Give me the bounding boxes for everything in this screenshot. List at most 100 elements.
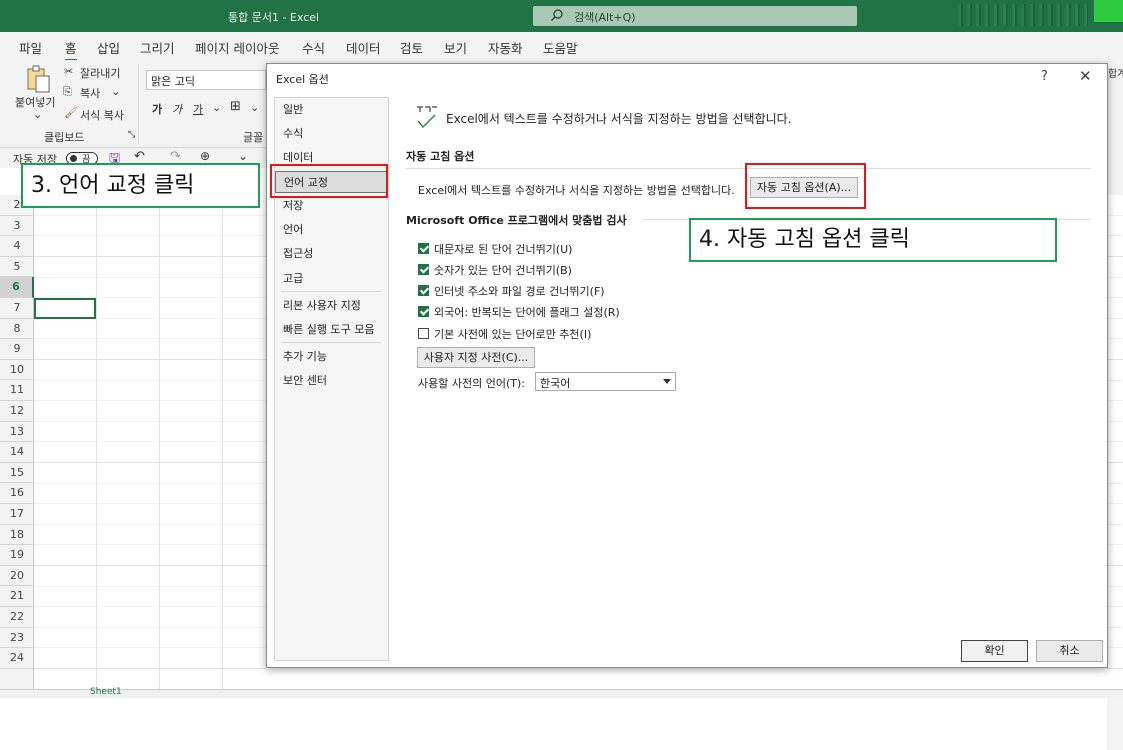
format-painter-icon[interactable]: 🖌: [64, 106, 78, 119]
redo-icon[interactable]: ↷: [170, 149, 181, 164]
underline-button[interactable]: 가: [193, 101, 203, 117]
row-header-selected[interactable]: 6: [0, 277, 34, 298]
checkbox-row[interactable]: 인터넷 주소와 파일 경로 건너뛰기(F): [418, 283, 605, 299]
step4-annotation: 4. 자동 고침 옵션 클릭: [689, 218, 1057, 262]
clipboard-launcher-icon[interactable]: ⤡: [128, 130, 135, 140]
row-header[interactable]: 9: [0, 339, 34, 360]
checkbox-checked[interactable]: [418, 285, 429, 296]
menu-page-layout[interactable]: 페이지 레이아웃: [195, 38, 279, 57]
menu-file[interactable]: 파일: [19, 38, 42, 57]
menu-automate[interactable]: 자동화: [488, 38, 523, 57]
autosum-label[interactable]: 합계: [1108, 65, 1123, 80]
underline-dropdown-icon[interactable]: ⌄: [212, 101, 221, 114]
checkbox-checked[interactable]: [418, 264, 429, 275]
border-icon[interactable]: ⊞: [230, 99, 241, 114]
row-header[interactable]: 12: [0, 401, 34, 422]
nav-item-quick-access[interactable]: 빠른 실행 도구 모음: [275, 319, 388, 341]
paste-dropdown-icon[interactable]: ⌄: [33, 108, 42, 121]
row-header[interactable]: 17: [0, 504, 34, 525]
row-header[interactable]: 5: [0, 257, 34, 278]
checkbox-row[interactable]: 숫자가 있는 단어 건너뛰기(B): [418, 262, 572, 278]
search-box[interactable]: 검색(Alt+Q): [533, 6, 857, 26]
autocorrect-description: Excel에서 텍스트를 수정하거나 서식을 지정하는 방법을 선택합니다.: [418, 184, 735, 197]
proofing-header-text: Excel에서 텍스트를 수정하거나 서식을 지정하는 방법을 선택합니다.: [446, 112, 792, 126]
checkbox-row[interactable]: 대문자로 된 단어 건너뛰기(U): [418, 241, 572, 257]
paste-icon[interactable]: [24, 64, 52, 94]
checkbox-unchecked[interactable]: [418, 328, 429, 339]
bold-button[interactable]: 가: [152, 101, 162, 117]
italic-button[interactable]: 가: [172, 101, 182, 117]
menu-formulas[interactable]: 수식: [302, 38, 325, 57]
copy-dropdown-icon[interactable]: ⌄: [111, 85, 120, 98]
copy-icon[interactable]: ⎘: [63, 85, 72, 99]
row-header[interactable]: 18: [0, 525, 34, 546]
menu-view[interactable]: 보기: [444, 38, 467, 57]
format-painter-label[interactable]: 서식 복사: [80, 107, 124, 123]
step3-annotation: 3. 언어 교정 클릭: [21, 163, 260, 208]
checkbox-label: 기본 사전에 있는 단어로만 추천(I): [434, 328, 592, 341]
close-icon[interactable]: ✕: [1079, 67, 1092, 85]
cell-grid[interactable]: [34, 195, 266, 690]
nav-item-save[interactable]: 저장: [275, 195, 388, 217]
proofing-icon: [417, 106, 437, 129]
spelling-section-heading: Microsoft Office 프로그램에서 맞춤법 검사: [406, 214, 627, 227]
window-title: 통합 문서1 - Excel: [228, 11, 320, 24]
checkbox-row[interactable]: 외국어: 반복되는 단어에 플래그 설정(R): [418, 304, 620, 320]
font-group-label: 글꼴: [243, 131, 264, 144]
nav-item-accessibility[interactable]: 접근성: [275, 243, 388, 265]
cut-label[interactable]: 잘라내기: [80, 65, 120, 81]
nav-item-general[interactable]: 일반: [275, 99, 388, 121]
nav-item-addins[interactable]: 추가 기능: [275, 346, 388, 368]
row-header[interactable]: 10: [0, 360, 34, 381]
account-area[interactable]: [1094, 0, 1123, 22]
dictionary-language-label: 사용할 사전의 언어(T):: [418, 377, 525, 390]
row-header[interactable]: 3: [0, 216, 34, 237]
checkbox-checked[interactable]: [418, 243, 429, 254]
row-header[interactable]: 7: [0, 298, 34, 319]
row-header[interactable]: 22: [0, 607, 34, 628]
font-name-box[interactable]: 맑은 고딕: [146, 70, 266, 90]
row-header[interactable]: 13: [0, 422, 34, 443]
row-header[interactable]: 21: [0, 586, 34, 607]
nav-item-formulas[interactable]: 수식: [275, 123, 388, 145]
row-header[interactable]: 20: [0, 566, 34, 587]
menu-insert[interactable]: 삽입: [97, 38, 120, 57]
active-cell[interactable]: [34, 298, 96, 319]
checkbox-label: 외국어: 반복되는 단어에 플래그 설정(R): [434, 306, 620, 319]
row-header[interactable]: 16: [0, 483, 34, 504]
custom-dictionaries-button[interactable]: 사용자 지정 사전(C)...: [417, 347, 535, 368]
menu-data[interactable]: 데이터: [346, 38, 381, 57]
dictionary-language-select[interactable]: 한국어: [535, 372, 676, 391]
nav-item-customize-ribbon[interactable]: 리본 사용자 지정: [275, 295, 388, 317]
cut-icon[interactable]: ✂: [64, 65, 73, 78]
border-dropdown-icon[interactable]: ⌄: [250, 101, 259, 114]
nav-item-trust-center[interactable]: 보안 센터: [275, 370, 388, 392]
row-header[interactable]: 19: [0, 545, 34, 566]
menu-review[interactable]: 검토: [400, 38, 423, 57]
undo-icon[interactable]: ↶: [134, 149, 145, 164]
row-header[interactable]: 4: [0, 236, 34, 257]
nav-item-language[interactable]: 언어: [275, 219, 388, 241]
copy-label[interactable]: 복사: [80, 85, 100, 101]
ribbon-separator: [138, 64, 139, 144]
menu-home[interactable]: 홈: [65, 38, 77, 61]
row-header[interactable]: 23: [0, 628, 34, 649]
row-header[interactable]: 24: [0, 648, 34, 669]
highlight-proofing: [270, 164, 388, 198]
font-name-value: 맑은 고딕: [151, 75, 195, 88]
cancel-button[interactable]: 취소: [1036, 640, 1103, 662]
menu-draw[interactable]: 그리기: [140, 38, 175, 57]
checkbox-checked[interactable]: [418, 306, 429, 317]
row-header[interactable]: 15: [0, 463, 34, 484]
row-header[interactable]: 14: [0, 442, 34, 463]
sheet-tab[interactable]: Sheet1: [90, 687, 122, 697]
checkbox-row[interactable]: 기본 사전에 있는 단어로만 추천(I): [418, 326, 591, 342]
menu-help[interactable]: 도움말: [543, 38, 578, 57]
zoom-icon[interactable]: ⊕: [200, 149, 210, 163]
row-header[interactable]: 11: [0, 380, 34, 401]
customize-qat-icon[interactable]: ⌄: [238, 149, 248, 163]
ok-button[interactable]: 확인: [961, 640, 1028, 662]
nav-item-advanced[interactable]: 고급: [275, 268, 388, 290]
row-header[interactable]: 8: [0, 319, 34, 340]
help-button[interactable]: ?: [1041, 69, 1048, 84]
